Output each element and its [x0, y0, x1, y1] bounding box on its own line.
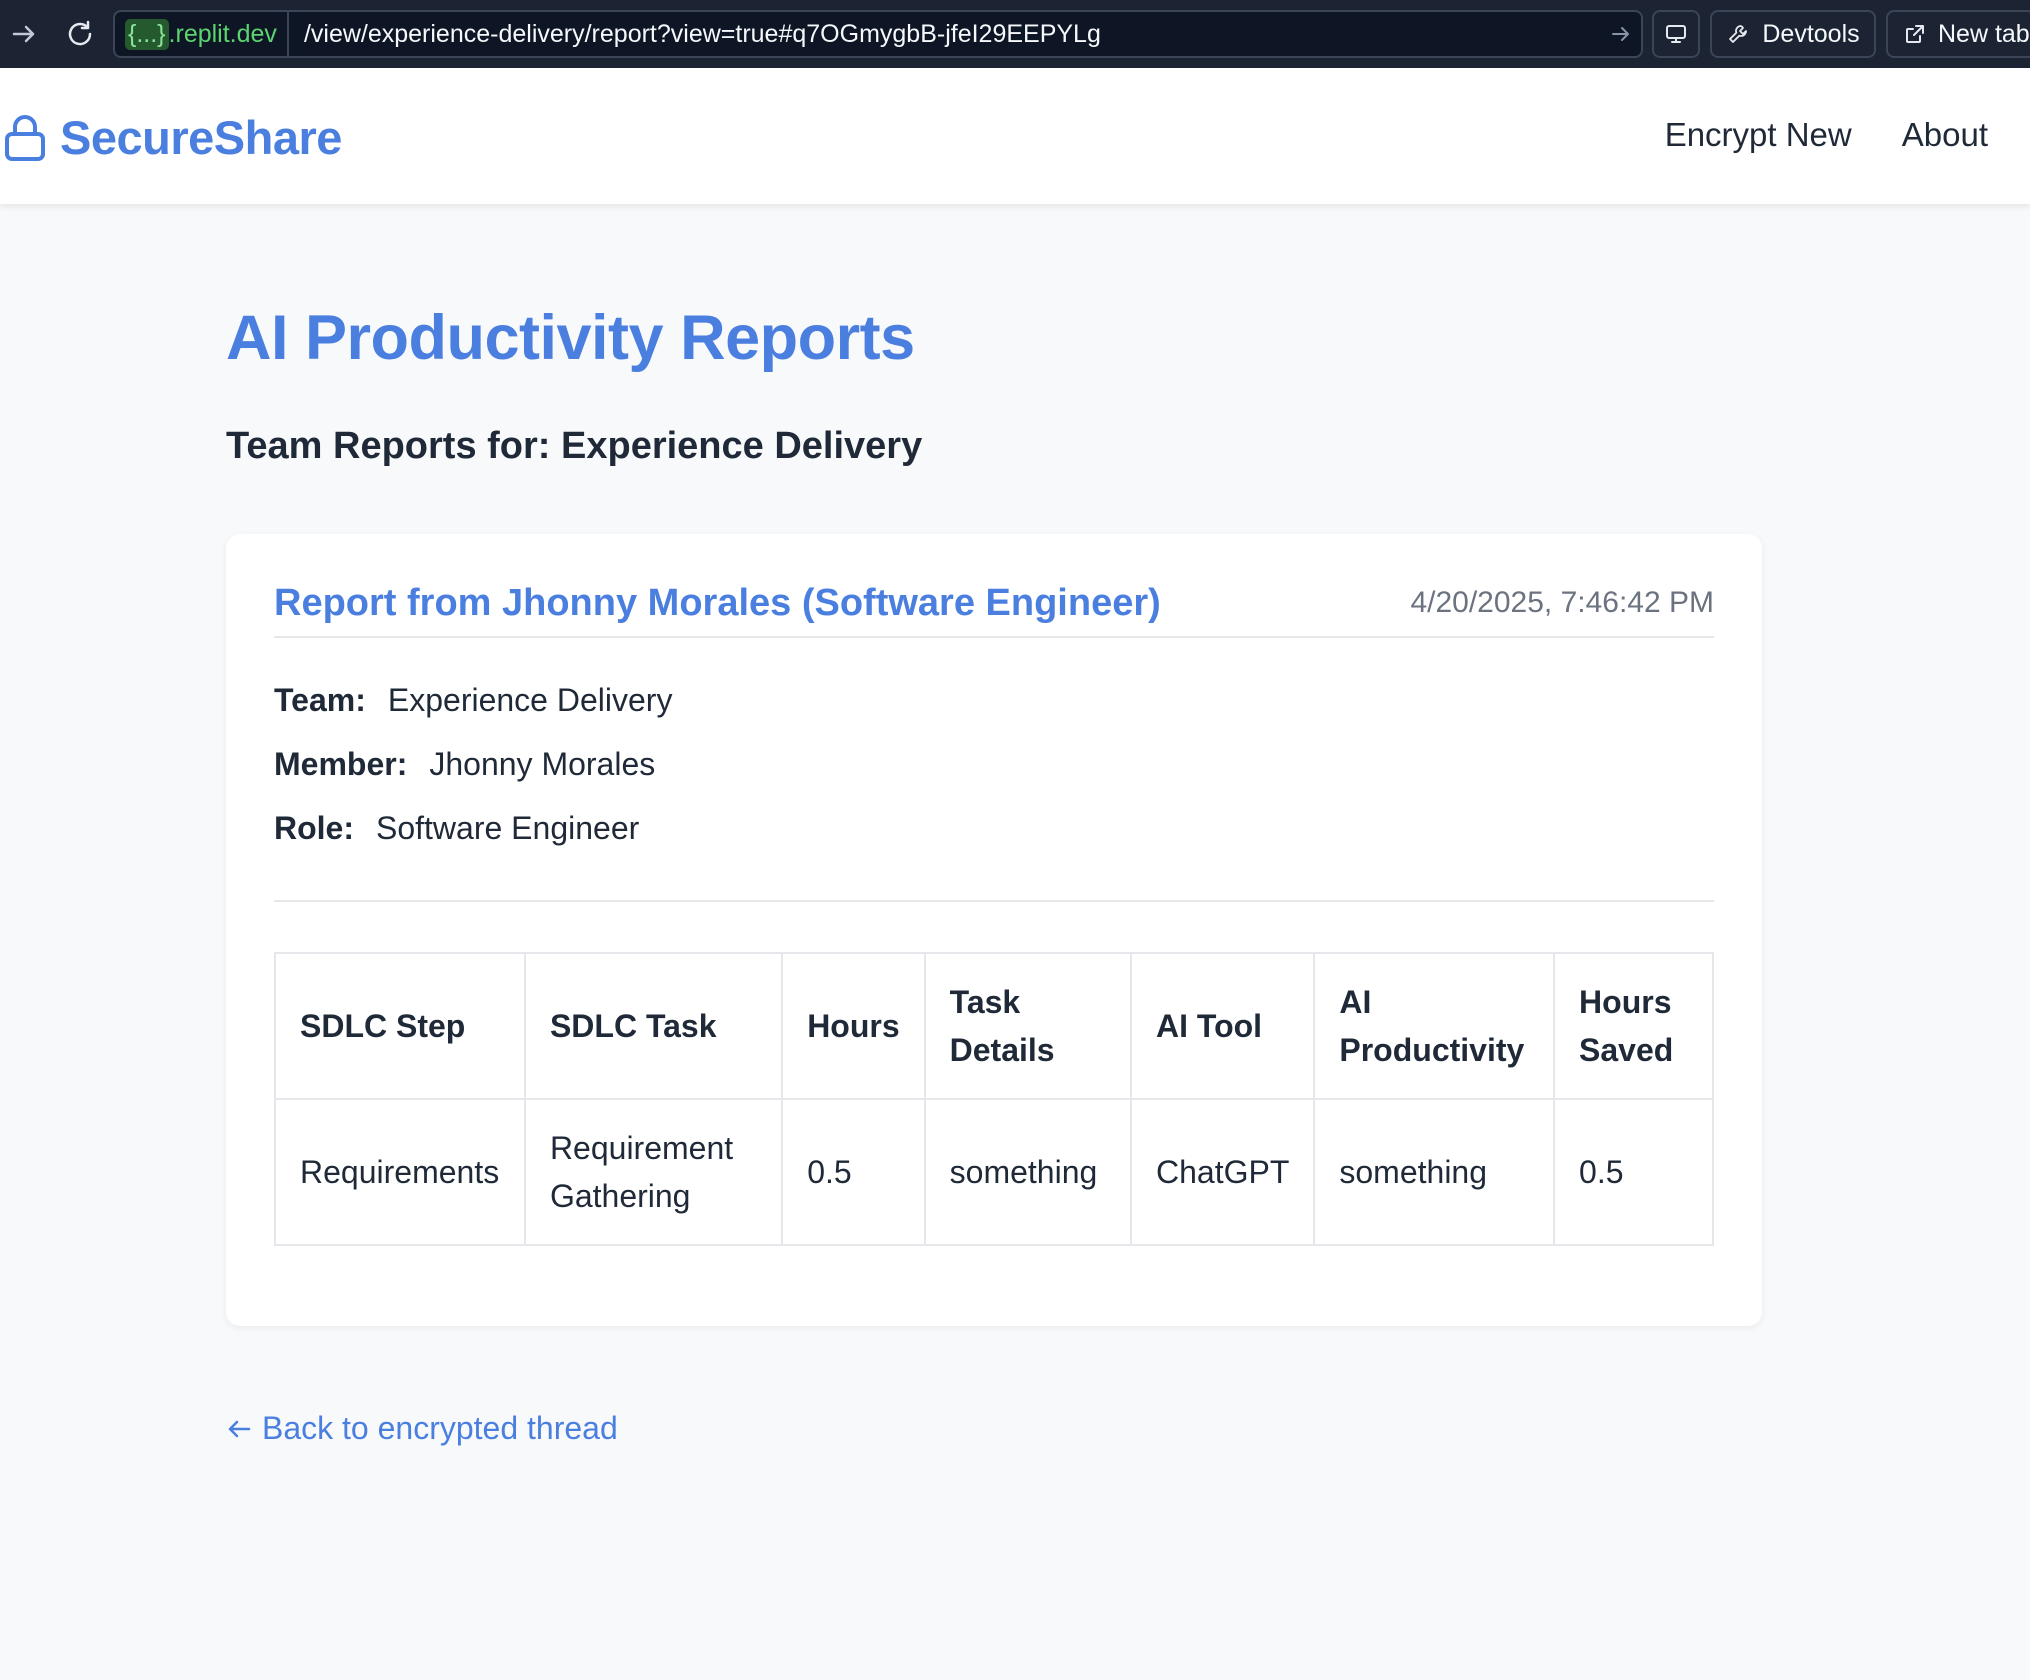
url-host-brace: {...} — [125, 18, 169, 50]
brand-logo[interactable]: SecureShare — [4, 110, 342, 165]
meta-role-value: Software Engineer — [376, 810, 640, 846]
col-header-ai-productivity: AI Productivity — [1313, 952, 1556, 1100]
nav-about[interactable]: About — [1902, 116, 1988, 154]
col-header-sdlc-task: SDLC Task — [523, 952, 784, 1100]
cell-sdlc-task: Requirement Gathering — [523, 1098, 784, 1246]
report-card: Report from Jhonny Morales (Software Eng… — [226, 534, 1762, 1326]
wrench-icon — [1729, 25, 1748, 43]
report-table: SDLC Step SDLC Task Hours Task Details A… — [274, 952, 1714, 1246]
reload-icon[interactable] — [60, 14, 100, 54]
url-host: {...} .replit.dev — [115, 12, 289, 56]
cell-task-details: something — [923, 1098, 1133, 1246]
meta-member-value: Jhonny Morales — [429, 746, 656, 782]
back-link-label: Back to encrypted thread — [262, 1410, 618, 1446]
cell-ai-tool: ChatGPT — [1129, 1098, 1316, 1246]
meta-team-label: Team: — [274, 682, 366, 718]
meta-role: Role: Software Engineer — [274, 810, 639, 847]
table-header-row: SDLC Step SDLC Task Hours Task Details A… — [274, 952, 1714, 1100]
device-preview-button[interactable] — [1652, 10, 1700, 58]
meta-role-label: Role: — [274, 810, 354, 846]
page-title: AI Productivity Reports — [226, 303, 915, 373]
back-to-thread-link[interactable]: Back to encrypted thread — [226, 1410, 618, 1447]
col-header-task-details: Task Details — [923, 952, 1133, 1100]
external-link-icon — [1906, 25, 1924, 43]
meta-team-value: Experience Delivery — [387, 682, 673, 718]
brand-name: SecureShare — [60, 111, 342, 164]
url-bar[interactable]: {...} .replit.dev /view/experience-delive… — [113, 10, 1643, 58]
url-host-domain: .replit.dev — [168, 19, 277, 48]
arrow-left-icon — [228, 1420, 251, 1437]
nav-encrypt-new[interactable]: Encrypt New — [1665, 116, 1852, 154]
col-header-hours-saved: Hours Saved — [1553, 952, 1714, 1100]
report-title: Report from Jhonny Morales (Software Eng… — [274, 582, 1161, 624]
app-header: SecureShare Encrypt New About — [0, 68, 2030, 204]
url-go-arrow-icon[interactable] — [1601, 23, 1641, 45]
lock-icon — [5, 114, 45, 161]
card-divider — [274, 900, 1714, 902]
monitor-icon — [1666, 25, 1686, 43]
meta-team: Team: Experience Delivery — [274, 682, 672, 719]
url-path[interactable]: /view/experience-delivery/report?view=tr… — [289, 20, 1601, 49]
report-card-header: Report from Jhonny Morales (Software Eng… — [274, 582, 1714, 638]
table-row: Requirements Requirement Gathering 0.5 s… — [274, 1098, 1714, 1246]
col-header-hours: Hours — [781, 952, 926, 1100]
browser-toolbar: {...} .replit.dev /view/experience-delive… — [0, 0, 2030, 68]
devtools-label: Devtools — [1762, 19, 1860, 48]
devtools-button[interactable]: Devtools — [1710, 10, 1876, 58]
main-nav: Encrypt New About — [1665, 116, 1988, 154]
new-tab-label: New tab — [1938, 19, 2030, 48]
new-tab-button[interactable]: New tab — [1886, 10, 2030, 58]
col-header-ai-tool: AI Tool — [1129, 952, 1316, 1100]
forward-arrow-icon[interactable] — [4, 14, 44, 54]
meta-member: Member: Jhonny Morales — [274, 746, 655, 783]
cell-ai-productivity: something — [1313, 1098, 1556, 1246]
col-header-sdlc-step: SDLC Step — [274, 952, 526, 1100]
cell-hours-saved: 0.5 — [1553, 1098, 1714, 1246]
cell-sdlc-step: Requirements — [274, 1098, 526, 1246]
team-subtitle: Team Reports for: Experience Delivery — [226, 425, 923, 467]
report-timestamp: 4/20/2025, 7:46:42 PM — [1410, 586, 1714, 619]
cell-hours: 0.5 — [781, 1098, 926, 1246]
meta-member-label: Member: — [274, 746, 408, 782]
